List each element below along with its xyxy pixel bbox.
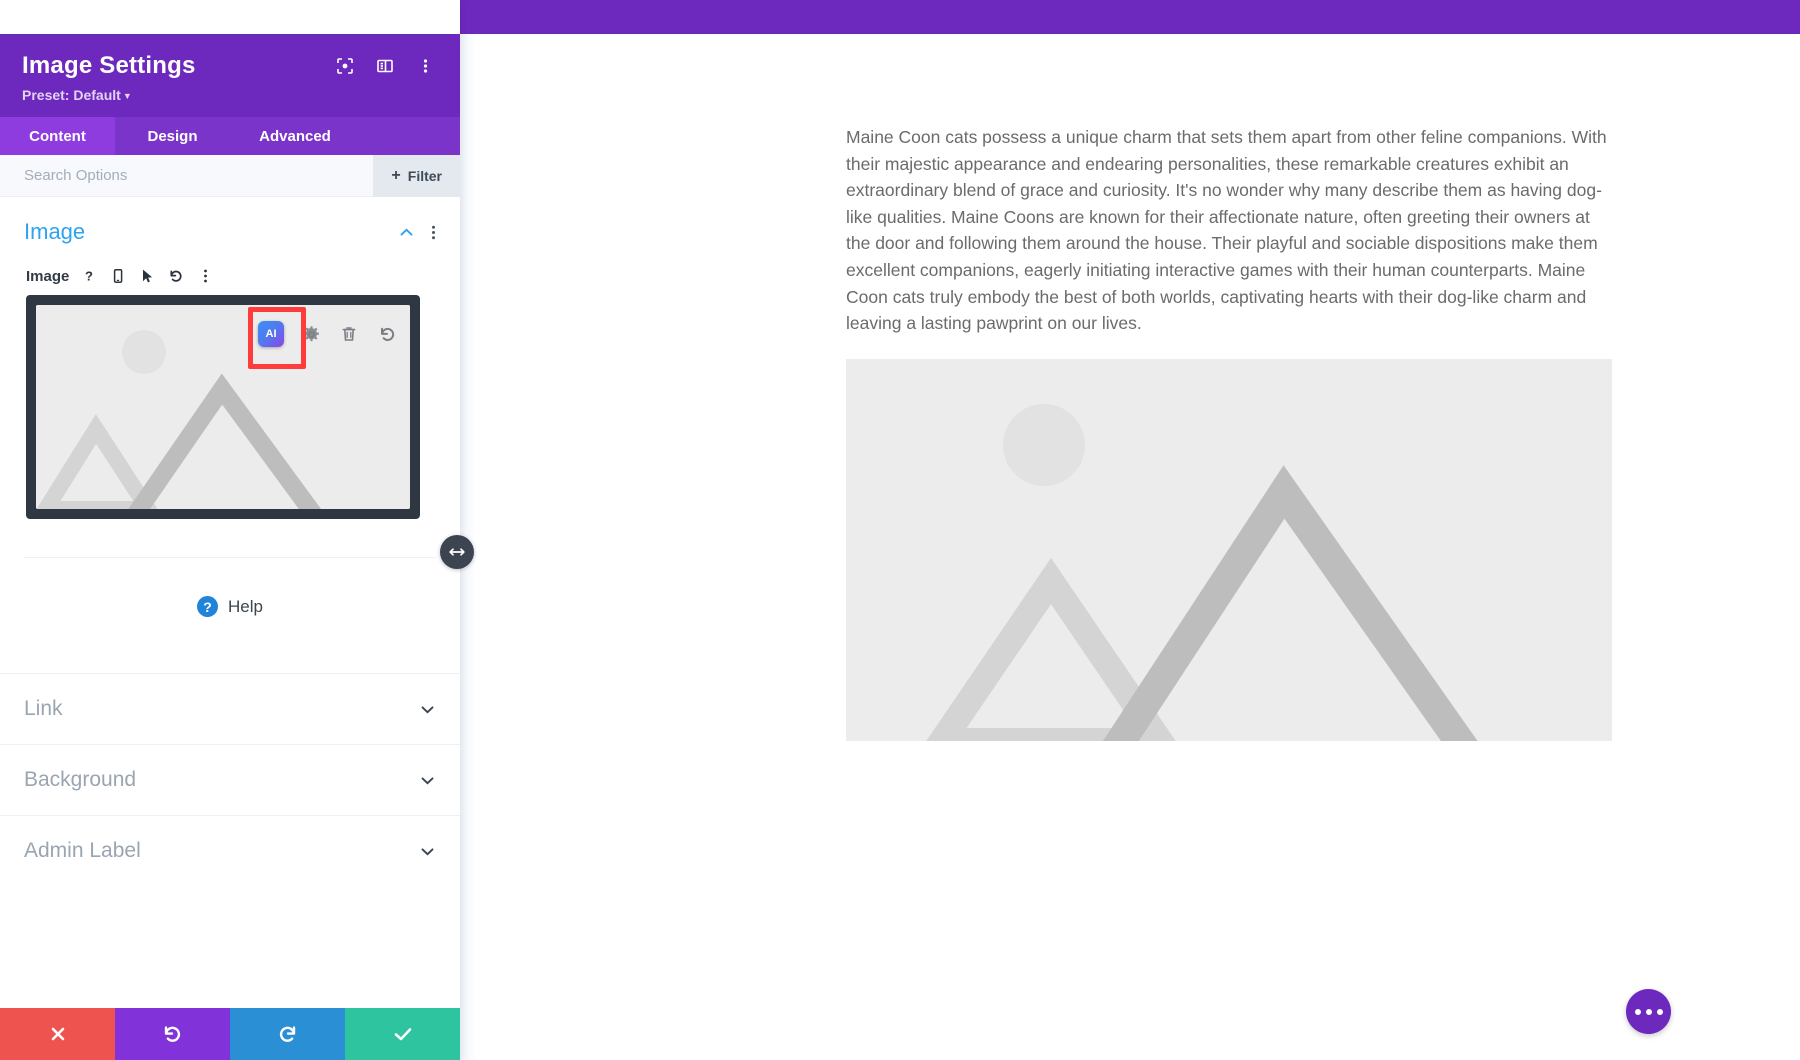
delete-trash-icon[interactable] [338,323,360,345]
filter-label: Filter [407,167,442,184]
sidebar-footer [0,1008,460,1060]
paragraph-text: Maine Coon cats possess a unique charm t… [846,127,1607,334]
thumbnail-action-bar: AI [258,321,398,347]
settings-gear-icon[interactable] [300,323,322,345]
sidebar-header: Image Settings Preset: Default ▼ [0,34,460,117]
sidebar-body: Image Image ? AI ? Help Link Background … [0,197,460,1008]
chevron-up-icon[interactable] [398,224,415,241]
collapsed-sections: Link Background Admin Label [0,673,460,886]
help-icon[interactable]: ? [80,267,98,285]
image-field-label: Image [26,267,70,285]
hover-cursor-icon[interactable] [138,267,156,285]
cancel-button[interactable] [0,1008,115,1060]
help-link[interactable]: ? Help [24,557,436,617]
sidebar-resize-handle[interactable] [440,535,474,569]
svg-text:?: ? [85,269,93,284]
plus-icon: + [391,166,401,184]
reset-undo-icon[interactable] [376,323,398,345]
settings-tabs: Content Design Advanced [0,117,460,155]
section-admin-label[interactable]: Admin Label [0,815,460,886]
app-root: Edit Layout Block Maine Coon cats posses… [0,0,1800,1060]
ellipsis-dot [1645,1008,1652,1015]
image-thumbnail[interactable]: AI [26,295,420,519]
search-bar: + Filter [0,154,460,197]
section-background-title: Background [24,768,137,791]
tab-advanced[interactable]: Advanced [230,117,360,155]
ellipsis-dot [1656,1008,1663,1015]
help-icon: ? [197,596,219,617]
preset-selector[interactable]: Preset: Default ▼ [22,87,438,103]
help-label: Help [228,596,263,616]
layout-panel-icon[interactable] [376,57,394,75]
preset-label: Preset: Default [22,87,121,103]
kebab-menu-icon[interactable] [416,57,434,75]
section-admin-label-title: Admin Label [24,839,141,862]
image-field-label-row: Image ? [26,267,436,285]
tab-design[interactable]: Design [115,117,230,155]
chevron-down-icon [419,701,436,718]
placeholder-mountain-image[interactable] [846,359,1612,741]
reset-icon[interactable] [167,267,185,285]
section-link[interactable]: Link [0,673,460,744]
ellipsis-dot [1634,1008,1641,1015]
filter-button[interactable]: + Filter [373,154,460,197]
save-button[interactable] [345,1008,460,1060]
kebab-menu-icon[interactable] [196,267,214,285]
section-image-title[interactable]: Image [24,219,398,245]
content-block: Maine Coon cats possess a unique charm t… [846,124,1612,337]
settings-sidebar: Image Settings Preset: Default ▼ Content… [0,0,460,1060]
panel-title: Image Settings [22,52,196,79]
page-settings-fab[interactable] [1626,989,1671,1034]
search-input[interactable] [0,167,374,184]
section-link-title: Link [24,697,63,720]
tab-content[interactable]: Content [0,117,115,155]
ai-generate-button[interactable]: AI [258,321,284,347]
chevron-down-icon [419,843,436,860]
chevron-down-icon: ▼ [122,91,132,101]
focus-icon[interactable] [336,57,354,75]
undo-button[interactable] [115,1008,230,1060]
page-canvas: Maine Coon cats possess a unique charm t… [460,34,1800,1060]
responsive-mobile-icon[interactable] [109,267,127,285]
kebab-menu-icon[interactable] [431,224,436,241]
chevron-down-icon [419,772,436,789]
section-image: Image Image ? AI ? Help [0,197,460,617]
section-background[interactable]: Background [0,744,460,815]
redo-button[interactable] [230,1008,345,1060]
